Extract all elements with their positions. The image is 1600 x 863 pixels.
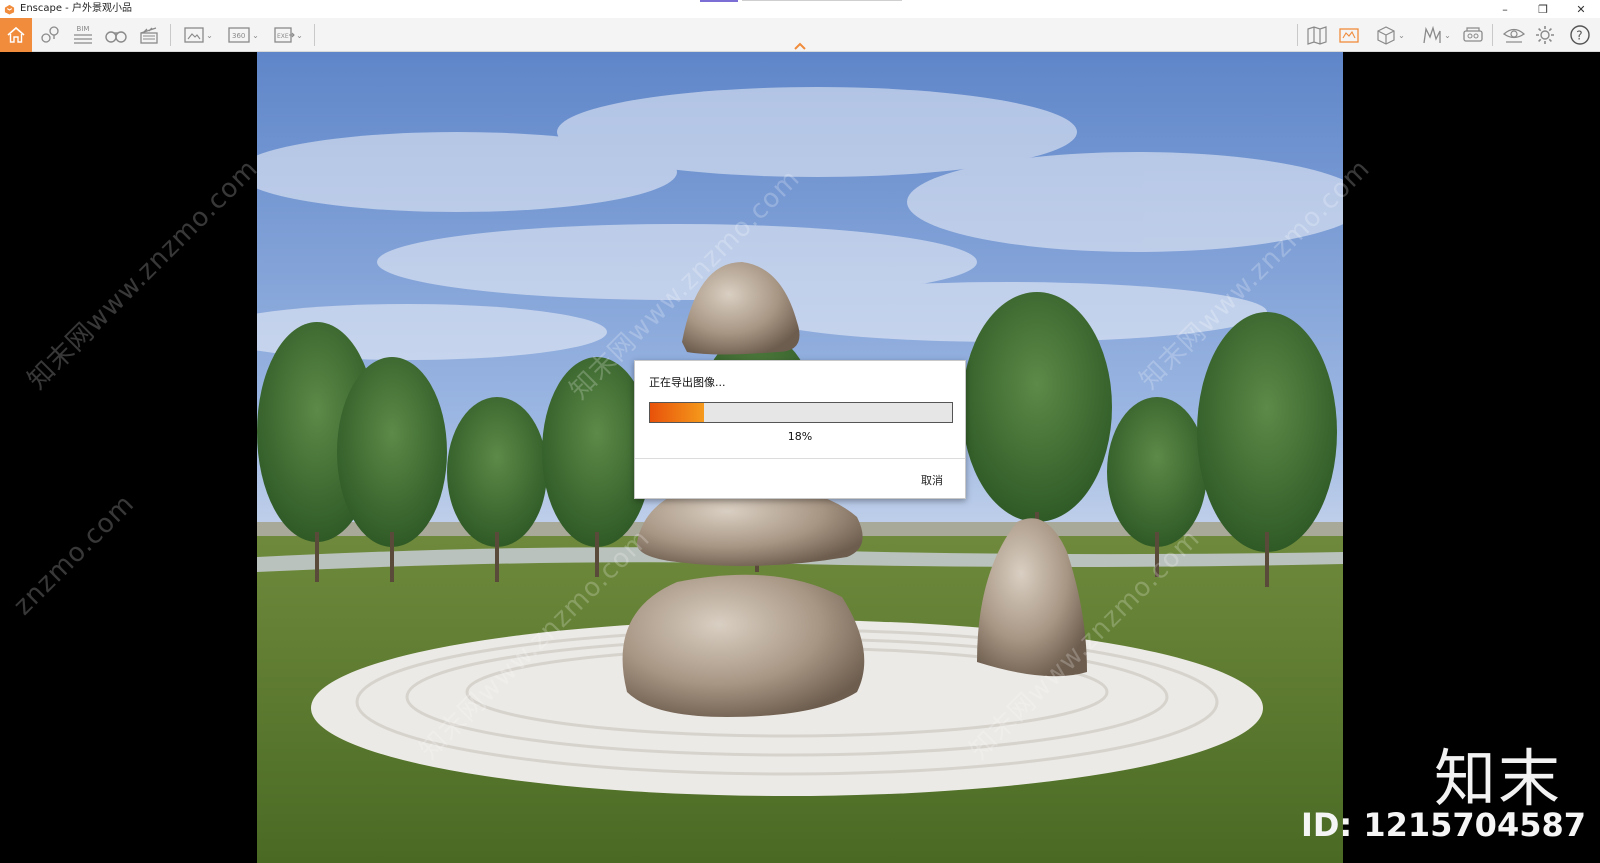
- restore-button[interactable]: ❐: [1524, 0, 1562, 18]
- bim-lines: [74, 34, 92, 44]
- help-label: ?: [1576, 29, 1582, 43]
- watermark-text: znzmo.com: [8, 488, 141, 622]
- toolbar-separator: [1492, 24, 1493, 46]
- clapperboard-icon: [140, 27, 158, 44]
- panorama-button[interactable]: 360 ⌄: [222, 21, 264, 49]
- material-button[interactable]: ⌄: [1416, 21, 1456, 49]
- settings-button[interactable]: [1532, 21, 1558, 49]
- home-button[interactable]: [0, 18, 32, 52]
- toolbar-separator: [314, 24, 315, 46]
- chevron-down-icon[interactable]: ⌄: [296, 31, 303, 40]
- title-divider: [742, 0, 902, 1]
- progress-percent: 18%: [787, 430, 813, 443]
- panorama-360-icon: 360: [228, 27, 250, 43]
- help-button[interactable]: ?: [1566, 21, 1594, 49]
- title-bar: Enscape - 户外景观小品 – ❐ ✕: [0, 0, 1600, 18]
- title-highlight: [700, 0, 738, 2]
- dialog-divider: [635, 458, 965, 459]
- minimize-button[interactable]: –: [1486, 0, 1524, 18]
- chevron-down-icon[interactable]: ⌄: [1444, 31, 1451, 40]
- close-button[interactable]: ✕: [1562, 0, 1600, 18]
- enscape-window: Enscape - 户外景观小品 – ❐ ✕ BIM ⌄ 360 ⌄ EXE ⌄…: [0, 0, 1600, 863]
- bim-icon: BIM: [76, 25, 90, 33]
- vr-headset-icon: [1463, 27, 1483, 42]
- panorama-label: 360: [232, 32, 245, 40]
- screenshot-icon: [184, 27, 204, 43]
- home-icon: [7, 26, 25, 43]
- visual-settings-icon: [1502, 28, 1526, 43]
- map-button[interactable]: [1304, 21, 1330, 49]
- toolbar-separator: [1297, 24, 1298, 46]
- help-icon: ?: [1570, 25, 1590, 45]
- watermark-text: 知末网www.znzmo.com: [22, 153, 265, 396]
- brand-watermark: 知末: [1433, 742, 1562, 815]
- map-icon: [1307, 26, 1327, 45]
- settings-gear-icon: [1536, 26, 1554, 44]
- location-icon: [41, 26, 59, 43]
- video-editor-button[interactable]: [136, 21, 162, 49]
- binoculars-button[interactable]: [102, 21, 130, 49]
- cube-view-icon: [1377, 26, 1395, 45]
- location-button[interactable]: [38, 21, 64, 49]
- view-mode-button[interactable]: ⌄: [1370, 21, 1410, 49]
- binoculars-icon: [105, 31, 127, 43]
- visual-settings-button[interactable]: [1500, 21, 1528, 49]
- chevron-down-icon[interactable]: ⌄: [1398, 31, 1405, 40]
- chevron-down-icon[interactable]: ⌄: [252, 31, 259, 40]
- progress-fill: [650, 403, 705, 422]
- cancel-button[interactable]: 取消: [921, 472, 943, 488]
- export-label: EXE: [277, 33, 289, 40]
- bim-button[interactable]: BIM: [70, 21, 96, 49]
- export-progress-bar: [649, 402, 953, 423]
- export-button[interactable]: EXE ⌄: [268, 21, 308, 49]
- chevron-down-icon[interactable]: ⌄: [206, 31, 213, 40]
- window-title: Enscape - 户外景观小品: [20, 3, 132, 14]
- screenshot-button[interactable]: ⌄: [178, 21, 218, 49]
- dialog-title: 正在导出图像...: [649, 376, 726, 389]
- enscape-logo-icon: [4, 4, 15, 15]
- export-progress-dialog: 正在导出图像... 18% 取消: [634, 360, 966, 499]
- material-icon: [1423, 25, 1441, 44]
- asset-library-icon: [1339, 28, 1359, 43]
- asset-library-button[interactable]: [1336, 21, 1362, 49]
- brand-id-watermark: ID: 1215704587: [1300, 806, 1586, 844]
- main-toolbar: BIM ⌄ 360 ⌄ EXE ⌄ ⌄ ⌄ ?: [0, 18, 1600, 52]
- vr-button[interactable]: [1460, 21, 1486, 49]
- export-exe-icon: EXE: [274, 27, 295, 43]
- toolbar-separator: [170, 24, 171, 46]
- collapse-toolbar-button[interactable]: [792, 38, 808, 50]
